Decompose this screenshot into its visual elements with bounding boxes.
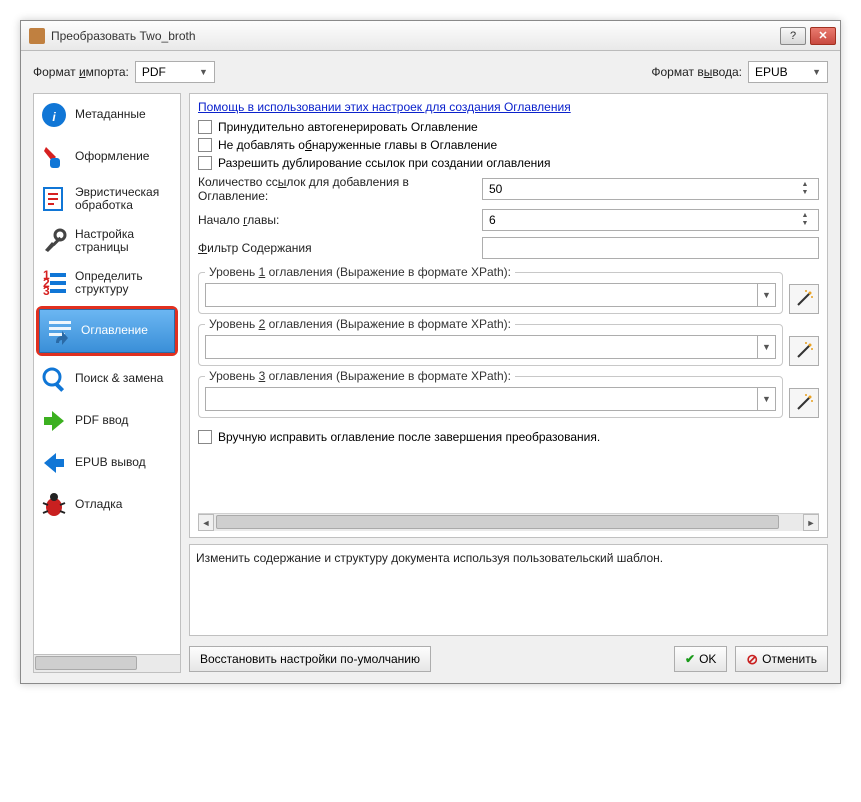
sidebar-item-label: Отладка — [75, 498, 122, 511]
import-format-combo[interactable]: PDF ▼ — [135, 61, 215, 83]
nodetect-label: Не добавлять обнаруженные главы в Оглавл… — [218, 138, 497, 152]
allowdup-label: Разрешить дублирование ссылок при создан… — [218, 156, 550, 170]
sidebar-item-label: Определить структуру — [75, 270, 175, 296]
sidebar-item-label: EPUB вывод — [75, 456, 146, 469]
sidebar-item-label: PDF ввод — [75, 414, 128, 427]
output-format-combo[interactable]: EPUB ▼ — [748, 61, 828, 83]
sidebar-item-metadata[interactable]: i Метаданные — [34, 94, 180, 136]
sidebar-item-label: Метаданные — [75, 108, 146, 121]
nodetect-checkbox[interactable] — [198, 138, 212, 152]
horizontal-scrollbar[interactable]: ◄► — [198, 513, 819, 531]
sidebar-item-epub-output[interactable]: EPUB вывод — [34, 442, 180, 484]
level1-group: Уровень 1 оглавления (Выражение в формат… — [198, 272, 783, 314]
output-format-label: Формат вывода: — [651, 65, 742, 79]
main-panel: Помощь в использовании этих настроек для… — [189, 93, 828, 538]
toc-icon — [45, 316, 75, 346]
cancel-button[interactable]: ⊘Отменить — [735, 646, 828, 672]
sidebar-item-label: Оглавление — [81, 324, 148, 337]
button-bar: Восстановить настройки по-умолчанию ✔OK … — [189, 646, 828, 672]
chevron-down-icon: ▼ — [199, 67, 208, 77]
sidebar-item-pdf-input[interactable]: PDF ввод — [34, 400, 180, 442]
sidebar-item-label: Оформление — [75, 150, 149, 163]
content-area: Помощь в использовании этих настроек для… — [189, 93, 828, 673]
brush-icon — [39, 142, 69, 172]
ok-button[interactable]: ✔OK — [674, 646, 727, 672]
sidebar-item-page-setup[interactable]: Настройка страницы — [34, 220, 180, 262]
level3-input[interactable]: ▼ — [205, 387, 776, 411]
list-icon: 123 — [39, 268, 69, 298]
allowdup-checkbox[interactable] — [198, 156, 212, 170]
level2-wizard-button[interactable] — [789, 336, 819, 366]
convert-dialog: Преобразовать Two_broth ? ✕ Формат импор… — [20, 20, 841, 684]
filter-input[interactable] — [482, 237, 819, 259]
selected-highlight: Оглавление — [36, 306, 178, 356]
chapter-start-input[interactable]: 6▲▼ — [482, 209, 819, 231]
chevron-down-icon[interactable]: ▼ — [757, 336, 775, 358]
document-icon — [39, 184, 69, 214]
level1-wizard-button[interactable] — [789, 284, 819, 314]
links-count-label: Количество ссылок для добавления в Оглав… — [198, 175, 476, 203]
titlebar[interactable]: Преобразовать Two_broth ? ✕ — [21, 21, 840, 51]
level2-group: Уровень 2 оглавления (Выражение в формат… — [198, 324, 783, 366]
svg-text:3: 3 — [43, 284, 50, 297]
sidebar-scrollbar[interactable] — [34, 654, 180, 672]
close-button[interactable]: ✕ — [810, 27, 836, 45]
sidebar-item-structure[interactable]: 123 Определить структуру — [34, 262, 180, 304]
chevron-down-icon[interactable]: ▼ — [757, 284, 775, 306]
level3-label: Уровень 3 оглавления (Выражение в формат… — [205, 369, 515, 383]
sidebar-item-toc[interactable]: Оглавление — [39, 309, 175, 353]
level1-label: Уровень 1 оглавления (Выражение в формат… — [205, 265, 515, 279]
sidebar-item-debug[interactable]: Отладка — [34, 484, 180, 526]
help-button[interactable]: ? — [780, 27, 806, 45]
level2-label: Уровень 2 оглавления (Выражение в формат… — [205, 317, 515, 331]
input-icon — [39, 406, 69, 436]
level3-wizard-button[interactable] — [789, 388, 819, 418]
force-toc-label: Принудительно автогенерировать Оглавлени… — [218, 120, 478, 134]
restore-defaults-button[interactable]: Восстановить настройки по-умолчанию — [189, 646, 431, 672]
level2-input[interactable]: ▼ — [205, 335, 776, 359]
chevron-down-icon: ▼ — [812, 67, 821, 77]
level3-group: Уровень 3 оглавления (Выражение в формат… — [198, 376, 783, 418]
description-box: Изменить содержание и структуру документ… — [189, 544, 828, 636]
manual-fix-label: Вручную исправить оглавление после завер… — [218, 430, 600, 444]
import-format-value: PDF — [142, 65, 166, 79]
info-icon: i — [39, 100, 69, 130]
sidebar-item-label: Настройка страницы — [75, 228, 175, 254]
search-icon — [39, 364, 69, 394]
chapter-start-label: Начало главы: — [198, 213, 476, 227]
window-title: Преобразовать Two_broth — [51, 29, 780, 43]
sidebar: i Метаданные Оформление Эвристическая об… — [33, 93, 181, 673]
app-icon — [29, 28, 45, 44]
sidebar-item-look[interactable]: Оформление — [34, 136, 180, 178]
check-icon: ✔ — [685, 652, 695, 666]
sidebar-item-heuristic[interactable]: Эвристическая обработка — [34, 178, 180, 220]
chevron-down-icon[interactable]: ▼ — [757, 388, 775, 410]
tools-icon — [39, 226, 69, 256]
level1-input[interactable]: ▼ — [205, 283, 776, 307]
sidebar-item-label: Эвристическая обработка — [75, 186, 175, 212]
import-format-label: Формат импорта: — [33, 65, 129, 79]
sidebar-item-search[interactable]: Поиск & замена — [34, 358, 180, 400]
help-link[interactable]: Помощь в использовании этих настроек для… — [198, 100, 819, 114]
output-icon — [39, 448, 69, 478]
links-count-input[interactable]: 50▲▼ — [482, 178, 819, 200]
bug-icon — [39, 490, 69, 520]
close-icon: ⊘ — [746, 651, 758, 668]
output-format-value: EPUB — [755, 65, 788, 79]
format-bar: Формат импорта: PDF ▼ Формат вывода: EPU… — [21, 51, 840, 93]
filter-label: Фильтр Содержания — [198, 241, 476, 255]
force-toc-checkbox[interactable] — [198, 120, 212, 134]
manual-fix-checkbox[interactable] — [198, 430, 212, 444]
sidebar-item-label: Поиск & замена — [75, 372, 163, 385]
